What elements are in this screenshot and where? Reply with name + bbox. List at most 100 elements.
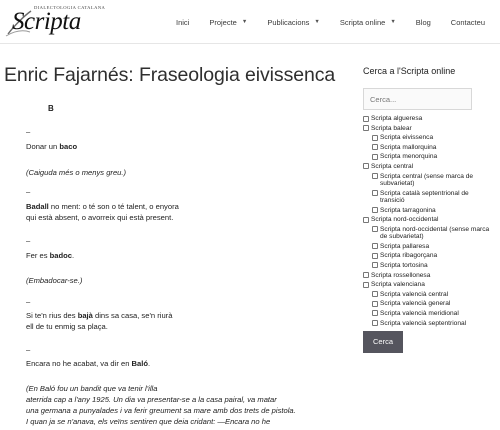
checkbox-label: Scripta mallorquina (380, 143, 437, 151)
nav-item-scripta-online[interactable]: Scripta online ▼ (340, 18, 396, 27)
checkbox-label: Scripta ribagorçana (380, 252, 438, 260)
checkbox-label: Scripta valencià central (380, 290, 449, 298)
entry-badoc: Fer es badoc. (26, 251, 75, 260)
checkbox-label: Scripta balear (371, 124, 412, 132)
checkbox[interactable] (363, 115, 369, 122)
search-input[interactable] (363, 88, 472, 110)
checkbox[interactable] (372, 262, 378, 269)
checkbox-item[interactable]: Scripta central (363, 163, 493, 170)
entry-balo-note-4: I quan ja se n'anava, els veïns sentiren… (26, 417, 271, 426)
checkbox[interactable] (363, 163, 369, 170)
logo-text: Scripta (12, 8, 81, 35)
entry-badoc-note: (Embadocar-se.) (26, 276, 83, 285)
entry-baco: Donar un baco (26, 142, 78, 151)
site-header: DIALECTOLOGIA CATALANA Scripta Inici Proj… (0, 0, 500, 44)
chevron-down-icon: ▼ (314, 19, 320, 25)
checkbox[interactable] (372, 310, 378, 317)
entry-separator: – (26, 345, 31, 354)
checkbox-label: Scripta valenciana (371, 281, 425, 289)
checkbox-item[interactable]: Scripta català septentrional de transici… (363, 190, 493, 205)
variety-checkbox-list: Scripta algueresa Scripta balear Scripta e… (363, 115, 493, 327)
checkbox-item[interactable]: Scripta pallaresa (363, 243, 493, 250)
nav-item-blog[interactable]: Blog (416, 18, 431, 27)
entry-badall-line1: Badall no ment: o té son o té talent, o … (26, 202, 179, 211)
checkbox[interactable] (372, 207, 378, 214)
checkbox-item[interactable]: Scripta ribagorçana (363, 252, 493, 259)
search-button[interactable]: Cerca (363, 330, 403, 353)
nav-item-publicacions[interactable]: Publicacions ▼ (267, 18, 320, 27)
nav-item-label: Contacteu (450, 17, 485, 27)
entry-separator: – (26, 187, 31, 196)
entry-separator: – (26, 236, 31, 245)
checkbox[interactable] (372, 190, 378, 197)
checkbox-item[interactable]: Scripta valencià central (363, 291, 493, 298)
checkbox[interactable] (372, 252, 378, 259)
nav-item-label: Scripta online (339, 17, 386, 27)
checkbox[interactable] (372, 144, 378, 151)
checkbox-label: Scripta tarragonina (380, 206, 436, 214)
checkbox-label: Scripta valencià septentrional (380, 319, 467, 327)
entry-baja-line2: ell de tu enmig sa plaça. (26, 322, 108, 331)
checkbox[interactable] (363, 281, 369, 288)
checkbox[interactable] (372, 243, 378, 250)
checkbox-item[interactable]: Scripta tarragonina (363, 207, 493, 214)
letter-heading: B (48, 104, 54, 113)
checkbox-label: Scripta central (371, 162, 414, 170)
chevron-down-icon: ▼ (390, 19, 396, 25)
checkbox-label: Scripta nord-occidental (371, 216, 439, 224)
entry-separator: – (26, 127, 31, 136)
checkbox-label: Scripta menorquina (380, 153, 438, 161)
checkbox-label: Scripta tortosina (380, 261, 428, 269)
checkbox-item[interactable]: Scripta mallorquina (363, 144, 493, 151)
checkbox-label: Scripta valencià general (380, 300, 451, 308)
checkbox-label: Scripta pallaresa (380, 242, 430, 250)
checkbox-item[interactable]: Scripta balear (363, 125, 493, 132)
checkbox[interactable] (372, 134, 378, 141)
checkbox-item[interactable]: Scripta algueresa (363, 115, 493, 122)
entry-badall-line2: qui està absent, o avorreix qui està pre… (26, 213, 174, 222)
checkbox[interactable] (363, 272, 369, 279)
checkbox[interactable] (372, 320, 378, 326)
checkbox[interactable] (372, 173, 378, 180)
checkbox-item[interactable]: Scripta tortosina (363, 262, 493, 269)
sidebar-search-widget: Cerca a l'Scripta online Scripta alguere… (363, 66, 493, 353)
entry-balo-note-3: una germana a punyalades i va ferir greu… (26, 406, 296, 415)
checkbox-item[interactable]: Scripta valenciana (363, 281, 493, 288)
checkbox-item[interactable]: Scripta valencià meridional (363, 310, 493, 317)
nav-item-label: Publicacions (267, 17, 310, 27)
nav-item-inici[interactable]: Inici (176, 18, 189, 27)
checkbox-label: Scripta eivissenca (380, 134, 434, 142)
nav-item-contacteu[interactable]: Contacteu (451, 18, 485, 27)
checkbox-item[interactable]: Scripta central (sense marca de subvarie… (363, 173, 493, 188)
entry-baco-note: (Caiguda més o menys greu.) (26, 168, 127, 177)
checkbox-item[interactable]: Scripta nord-occidental (sense marca de … (363, 226, 493, 241)
checkbox-label: Scripta central (sense marca de subvarie… (380, 172, 474, 187)
checkbox[interactable] (372, 226, 378, 233)
checkbox-item[interactable]: Scripta valencià general (363, 300, 493, 307)
entry-baja-line1: Si te'n rius des bajà dins sa casa, se'n… (26, 311, 173, 320)
nav-item-label: Projecte (209, 17, 237, 27)
sidebar-title: Cerca a l'Scripta online (363, 66, 456, 76)
site-logo[interactable]: DIALECTOLOGIA CATALANA Scripta (4, 2, 105, 40)
nav-item-projecte[interactable]: Projecte ▼ (209, 18, 247, 27)
nav-item-label: Inici (176, 17, 190, 27)
checkbox-label: Scripta nord-occidental (sense marca de … (380, 225, 490, 241)
checkbox-item[interactable]: Scripta menorquina (363, 153, 493, 160)
checkbox[interactable] (372, 300, 378, 307)
checkbox-label: Scripta valencià meridional (380, 309, 459, 317)
checkbox[interactable] (372, 153, 378, 160)
main-nav: Inici Projecte ▼ Publicacions ▼ Scripta onlin… (176, 0, 485, 44)
checkbox-item[interactable]: Scripta valencià septentrional (363, 320, 493, 327)
checkbox-label: Scripta català septentrional de transici… (380, 189, 469, 204)
page-title: Enric Fajarnés: Fraseologia eivissenca (4, 64, 336, 86)
checkbox[interactable] (363, 216, 369, 223)
entry-balo-note-1: (En Baló fou un bandit que va tenir l'il… (26, 384, 158, 393)
checkbox[interactable] (363, 125, 369, 132)
checkbox[interactable] (372, 291, 378, 298)
checkbox-label: Scripta algueresa (371, 115, 423, 122)
entry-separator: – (26, 297, 31, 306)
checkbox-item[interactable]: Scripta nord-occidental (363, 216, 493, 223)
chevron-down-icon: ▼ (241, 19, 248, 25)
checkbox-item[interactable]: Scripta eivissenca (363, 134, 493, 141)
checkbox-item[interactable]: Scripta rossellonesa (363, 272, 493, 279)
